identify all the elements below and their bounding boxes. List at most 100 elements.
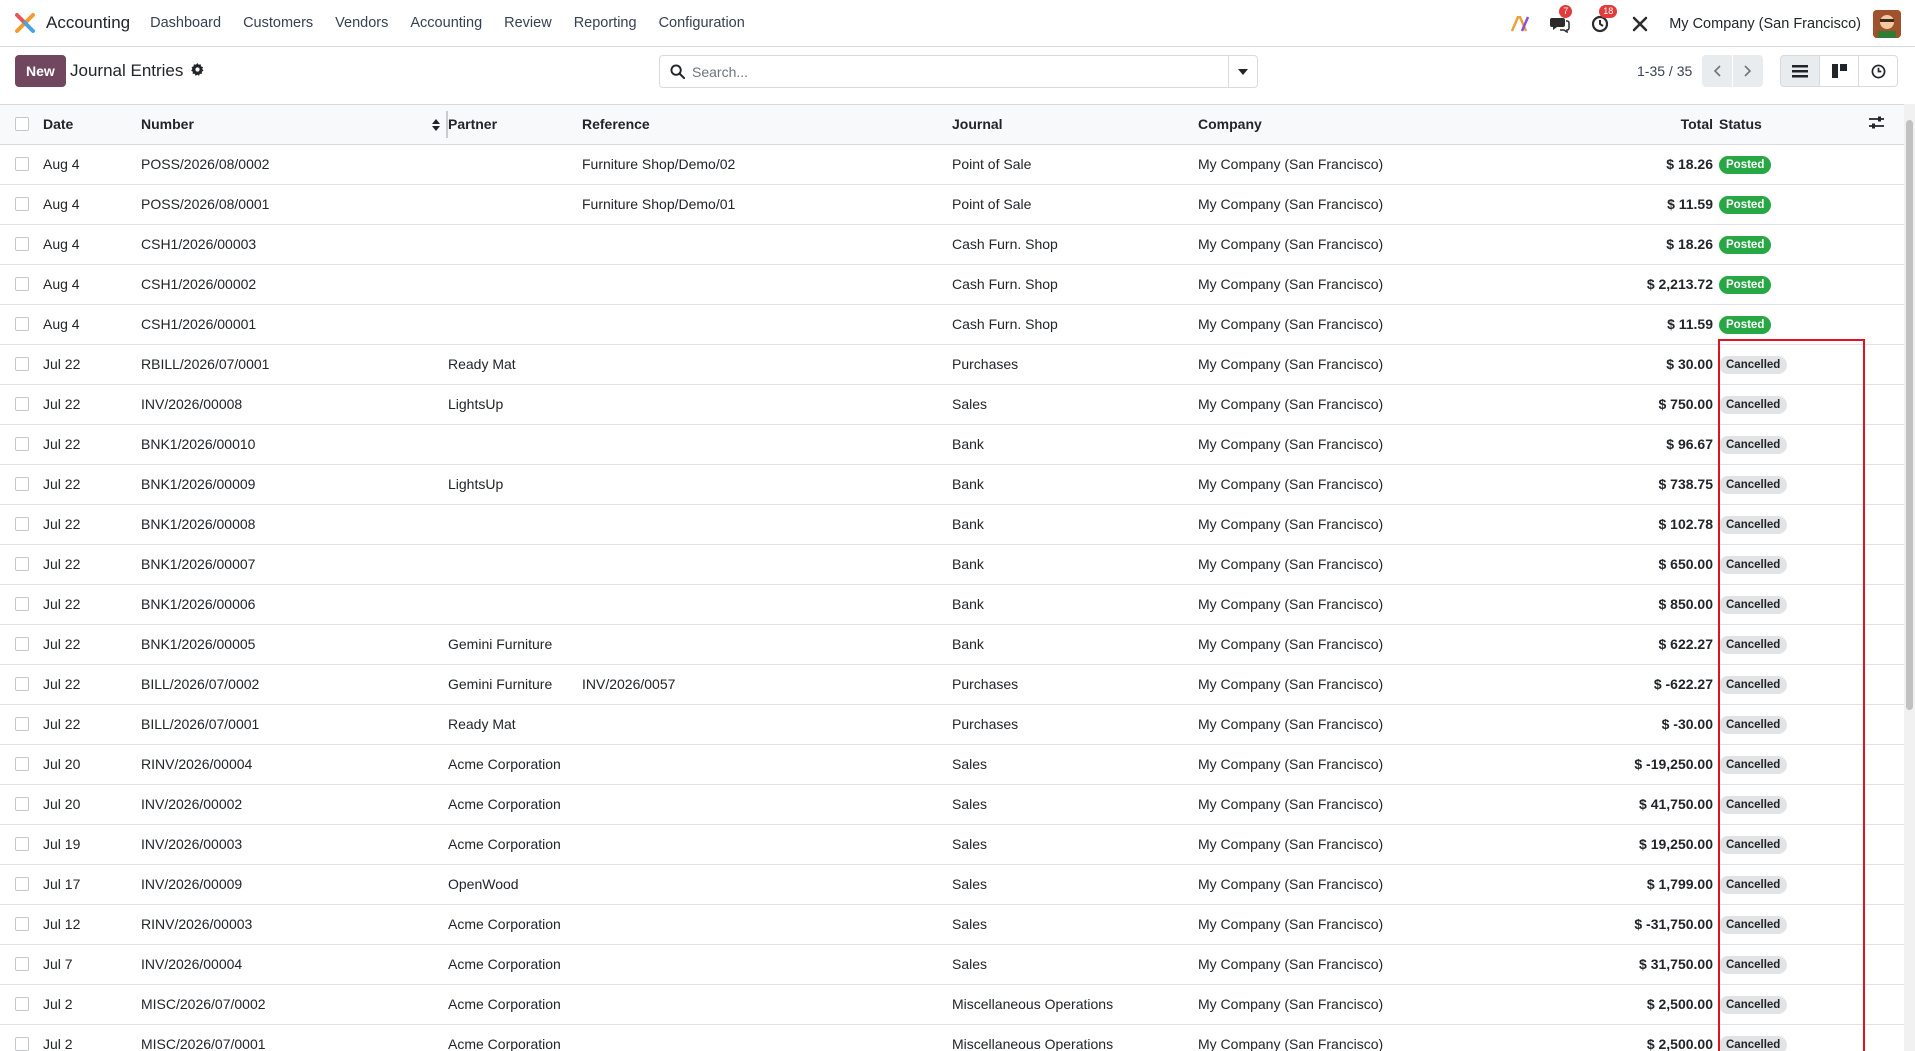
- header-company[interactable]: Company: [1198, 105, 1498, 145]
- row-checkbox[interactable]: [15, 837, 29, 851]
- header-number[interactable]: Number: [141, 105, 448, 145]
- row-checkbox[interactable]: [15, 437, 29, 451]
- cell-date: Jul 2: [43, 1036, 73, 1051]
- table-row[interactable]: Jul 20 INV/2026/00002 Acme Corporation Sale…: [0, 784, 1904, 824]
- cell-status: Posted: [1719, 304, 1869, 344]
- search-options-toggle[interactable]: [1228, 56, 1257, 87]
- table-row[interactable]: Jul 20 RINV/2026/00004 Acme Corporation Sal…: [0, 744, 1904, 784]
- cell-partner: [448, 544, 582, 584]
- search-input[interactable]: [692, 56, 1212, 87]
- header-journal[interactable]: Journal: [952, 105, 1198, 145]
- table-row[interactable]: Jul 22 BNK1/2026/00010 Bank My Company (San…: [0, 424, 1904, 464]
- table-row[interactable]: Jul 22 BNK1/2026/00007 Bank My Company (San…: [0, 544, 1904, 584]
- menu-review[interactable]: Review: [504, 15, 552, 31]
- menu-dashboard[interactable]: Dashboard: [150, 15, 221, 31]
- new-button[interactable]: New: [15, 55, 66, 87]
- table-row[interactable]: Jul 19 INV/2026/00003 Acme Corporation Sale…: [0, 824, 1904, 864]
- row-checkbox[interactable]: [15, 997, 29, 1011]
- table-row[interactable]: Jul 22 BILL/2026/07/0001 Ready Mat Purchase…: [0, 704, 1904, 744]
- clock-icon[interactable]: 18: [1589, 4, 1618, 35]
- table-row[interactable]: Jul 22 BILL/2026/07/0002 Gemini Furniture I…: [0, 664, 1904, 704]
- row-checkbox[interactable]: [15, 717, 29, 731]
- pager-previous-button[interactable]: [1702, 55, 1732, 87]
- cell-number: POSS/2026/08/0001: [141, 196, 270, 212]
- header-total[interactable]: Total: [1498, 105, 1719, 145]
- checkbox: [0, 584, 43, 624]
- row-checkbox[interactable]: [15, 517, 29, 531]
- table-row[interactable]: Aug 4 CSH1/2026/00003 Cash Furn. Shop My Co…: [0, 224, 1904, 264]
- kanban-view-button[interactable]: [1819, 55, 1859, 87]
- table-row[interactable]: Jul 22 INV/2026/00008 LightsUp Sales My Comp…: [0, 384, 1904, 424]
- status-badge: Cancelled: [1719, 995, 1788, 1014]
- table-row[interactable]: Jul 2 MISC/2026/07/0001 Acme Corporation Mi…: [0, 1024, 1904, 1051]
- row-checkbox[interactable]: [15, 197, 29, 211]
- row-checkbox[interactable]: [15, 477, 29, 491]
- row-checkbox[interactable]: [15, 917, 29, 931]
- header-reference[interactable]: Reference: [582, 105, 952, 145]
- row-checkbox[interactable]: [15, 957, 29, 971]
- row-checkbox[interactable]: [15, 357, 29, 371]
- row-checkbox[interactable]: [15, 1037, 29, 1051]
- row-checkbox[interactable]: [15, 797, 29, 811]
- pager-value[interactable]: 1-35 / 35: [1637, 63, 1692, 79]
- user-avatar[interactable]: [1873, 9, 1901, 38]
- gear-icon[interactable]: [191, 63, 204, 79]
- row-checkbox[interactable]: [15, 637, 29, 651]
- row-checkbox[interactable]: [15, 317, 29, 331]
- table-row[interactable]: Jul 7 INV/2026/00004 Acme Corporation Sales…: [0, 944, 1904, 984]
- row-checkbox[interactable]: [15, 237, 29, 251]
- sort-icon[interactable]: [432, 118, 440, 134]
- row-checkbox[interactable]: [15, 597, 29, 611]
- select-all-checkbox[interactable]: [15, 117, 29, 132]
- cell-partner: LightsUp: [448, 476, 504, 492]
- chat-icon[interactable]: 7: [1549, 4, 1573, 35]
- row-checkbox[interactable]: [15, 397, 29, 411]
- table-row[interactable]: Aug 4 CSH1/2026/00001 Cash Furn. Shop My Co…: [0, 304, 1904, 344]
- optional-columns-toggle[interactable]: [1869, 105, 1904, 145]
- accounting-logo-icon[interactable]: [14, 12, 36, 34]
- table-row[interactable]: Jul 22 BNK1/2026/00006 Bank My Company (San…: [0, 584, 1904, 624]
- table-row[interactable]: Jul 22 BNK1/2026/00008 Bank My Company (San…: [0, 504, 1904, 544]
- ai-icon[interactable]: [1509, 13, 1531, 35]
- table-row[interactable]: Jul 17 INV/2026/00009 OpenWood Sales My Comp…: [0, 864, 1904, 904]
- row-checkbox[interactable]: [15, 157, 29, 171]
- table-row[interactable]: Aug 4 POSS/2026/08/0001 Furniture Shop/Dem…: [0, 184, 1904, 224]
- table-row[interactable]: Aug 4 POSS/2026/08/0002 Furniture Shop/Dem…: [0, 144, 1904, 184]
- row-checkbox[interactable]: [15, 557, 29, 571]
- table-row[interactable]: Jul 12 RINV/2026/00003 Acme Corporation Sal…: [0, 904, 1904, 944]
- tools-icon[interactable]: [1629, 13, 1651, 35]
- table-row[interactable]: Jul 22 BNK1/2026/00005 Gemini Furniture Ban…: [0, 624, 1904, 664]
- header-date[interactable]: Date: [43, 105, 141, 145]
- cell-number: INV/2026/00008: [141, 396, 243, 412]
- row-checkbox[interactable]: [15, 877, 29, 891]
- vertical-scrollbar[interactable]: [1904, 104, 1915, 1051]
- company-switcher[interactable]: My Company (San Francisco): [1669, 16, 1861, 32]
- cell-reference: [582, 864, 952, 904]
- menu-reporting[interactable]: Reporting: [574, 15, 637, 31]
- cell-date: Jul 20: [43, 756, 81, 772]
- menu-vendors[interactable]: Vendors: [335, 15, 388, 31]
- top-navbar: Accounting Dashboard Customers Vendors A…: [0, 0, 1915, 47]
- header-partner[interactable]: Partner: [448, 105, 582, 145]
- row-checkbox[interactable]: [15, 757, 29, 771]
- menu-accounting[interactable]: Accounting: [410, 15, 482, 31]
- pager-next-button[interactable]: [1733, 55, 1763, 87]
- select-all-cell[interactable]: [0, 105, 43, 145]
- cell-company: My Company (San Francisco): [1198, 1036, 1384, 1051]
- activity-view-button[interactable]: [1858, 55, 1898, 87]
- row-checkbox[interactable]: [15, 277, 29, 291]
- cell-number: BNK1/2026/00007: [141, 556, 256, 572]
- row-checkbox[interactable]: [15, 677, 29, 691]
- table-row[interactable]: Aug 4 CSH1/2026/00002 Cash Furn. Shop My Co…: [0, 264, 1904, 304]
- table-row[interactable]: Jul 22 BNK1/2026/00009 LightsUp Bank My Comp…: [0, 464, 1904, 504]
- cell-number: BNK1/2026/00009: [141, 476, 256, 492]
- status-badge: Cancelled: [1719, 875, 1788, 894]
- list-view-button[interactable]: [1780, 55, 1820, 87]
- table-row[interactable]: Jul 22 RBILL/2026/07/0001 Ready Mat Purchas…: [0, 344, 1904, 384]
- menu-customers[interactable]: Customers: [243, 15, 313, 31]
- header-status[interactable]: Status: [1719, 105, 1869, 145]
- table-row[interactable]: Jul 2 MISC/2026/07/0002 Acme Corporation Mi…: [0, 984, 1904, 1024]
- scrollbar-thumb[interactable]: [1906, 120, 1913, 710]
- app-name[interactable]: Accounting: [46, 13, 130, 33]
- menu-configuration[interactable]: Configuration: [659, 15, 745, 31]
